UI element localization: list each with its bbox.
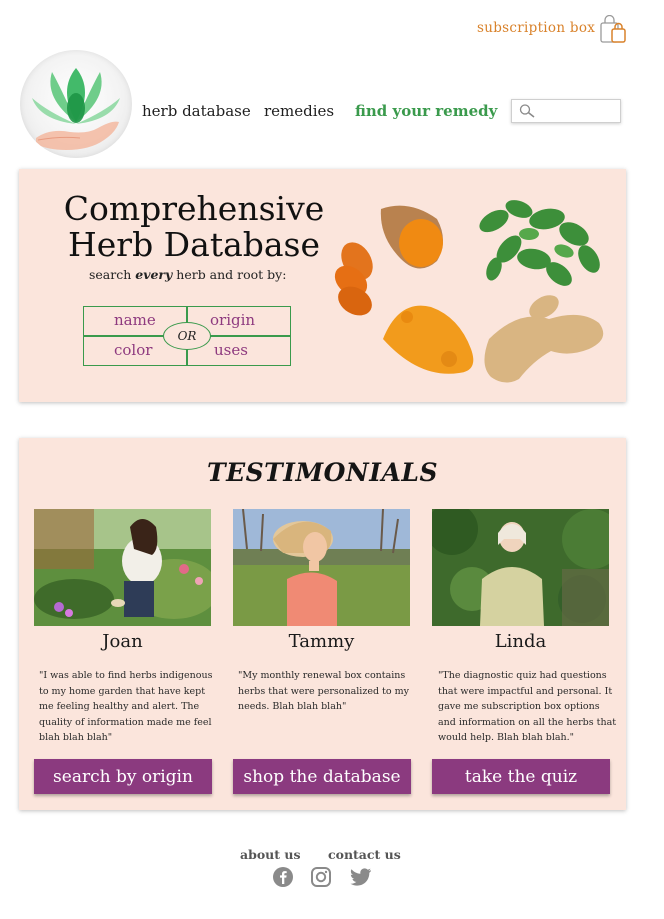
testimonial-name-linda: Linda [494, 631, 547, 652]
testimonials-panel: TESTIMONIALS Joan "I was able to find he… [19, 438, 626, 810]
subtitle-emphasis: every [135, 267, 173, 282]
testimonial-name-joan: Joan [102, 631, 143, 652]
testimonial-name-tammy: Tammy [288, 631, 355, 652]
nav-remedies[interactable]: remedies [264, 102, 334, 120]
search-box[interactable] [511, 99, 621, 123]
testimonial-quote-joan: "I was able to find herbs indigenous to … [39, 670, 213, 743]
hero-title: Comprehensive Herb Database [49, 191, 339, 263]
subscription-box-link[interactable]: subscription box [477, 20, 595, 36]
testimonial-quote-tammy: "My monthly renewal box contains herbs t… [238, 670, 409, 712]
search-icon [519, 104, 535, 118]
footer-about-us[interactable]: about us [240, 847, 301, 862]
nav-find-your-remedy[interactable]: find your remedy [355, 102, 497, 120]
nav-herb-database[interactable]: herb database [142, 102, 251, 120]
facebook-icon[interactable] [272, 866, 294, 888]
search-input[interactable] [540, 102, 618, 122]
instagram-icon[interactable] [310, 866, 332, 888]
herbs-illustration [334, 200, 604, 383]
filter-color[interactable]: color [114, 341, 152, 359]
tammy-photo [233, 509, 410, 626]
twitter-icon[interactable] [349, 866, 371, 888]
logo[interactable] [20, 50, 132, 158]
filter-name[interactable]: name [114, 311, 156, 329]
testimonials-title: TESTIMONIALS [206, 458, 439, 487]
footer-contact-us[interactable]: contact us [328, 847, 401, 862]
filter-uses[interactable]: uses [214, 341, 248, 359]
joan-photo [34, 509, 211, 626]
testimonial-quote-linda: "The diagnostic quiz had questions that … [438, 670, 617, 743]
shopping-bag-icon[interactable] [598, 14, 628, 45]
shop-the-database-button[interactable]: shop the database [233, 759, 411, 794]
filter-origin[interactable]: origin [210, 311, 255, 329]
hero-panel: Comprehensive Herb Database search every… [19, 169, 626, 402]
or-label: OR [163, 322, 211, 350]
subtitle-pre: search [89, 267, 136, 282]
hand-shape [36, 121, 119, 150]
hero-title-line1: Comprehensive [63, 189, 325, 228]
subtitle-post: herb and root by: [172, 267, 287, 282]
hero-title-line2: Herb Database [67, 225, 321, 264]
linda-photo [432, 509, 609, 626]
filter-grid: name origin color uses OR [83, 306, 291, 366]
hero-subtitle: search every herb and root by: [89, 267, 286, 282]
search-by-origin-button[interactable]: search by origin [34, 759, 212, 794]
take-the-quiz-button[interactable]: take the quiz [432, 759, 610, 794]
